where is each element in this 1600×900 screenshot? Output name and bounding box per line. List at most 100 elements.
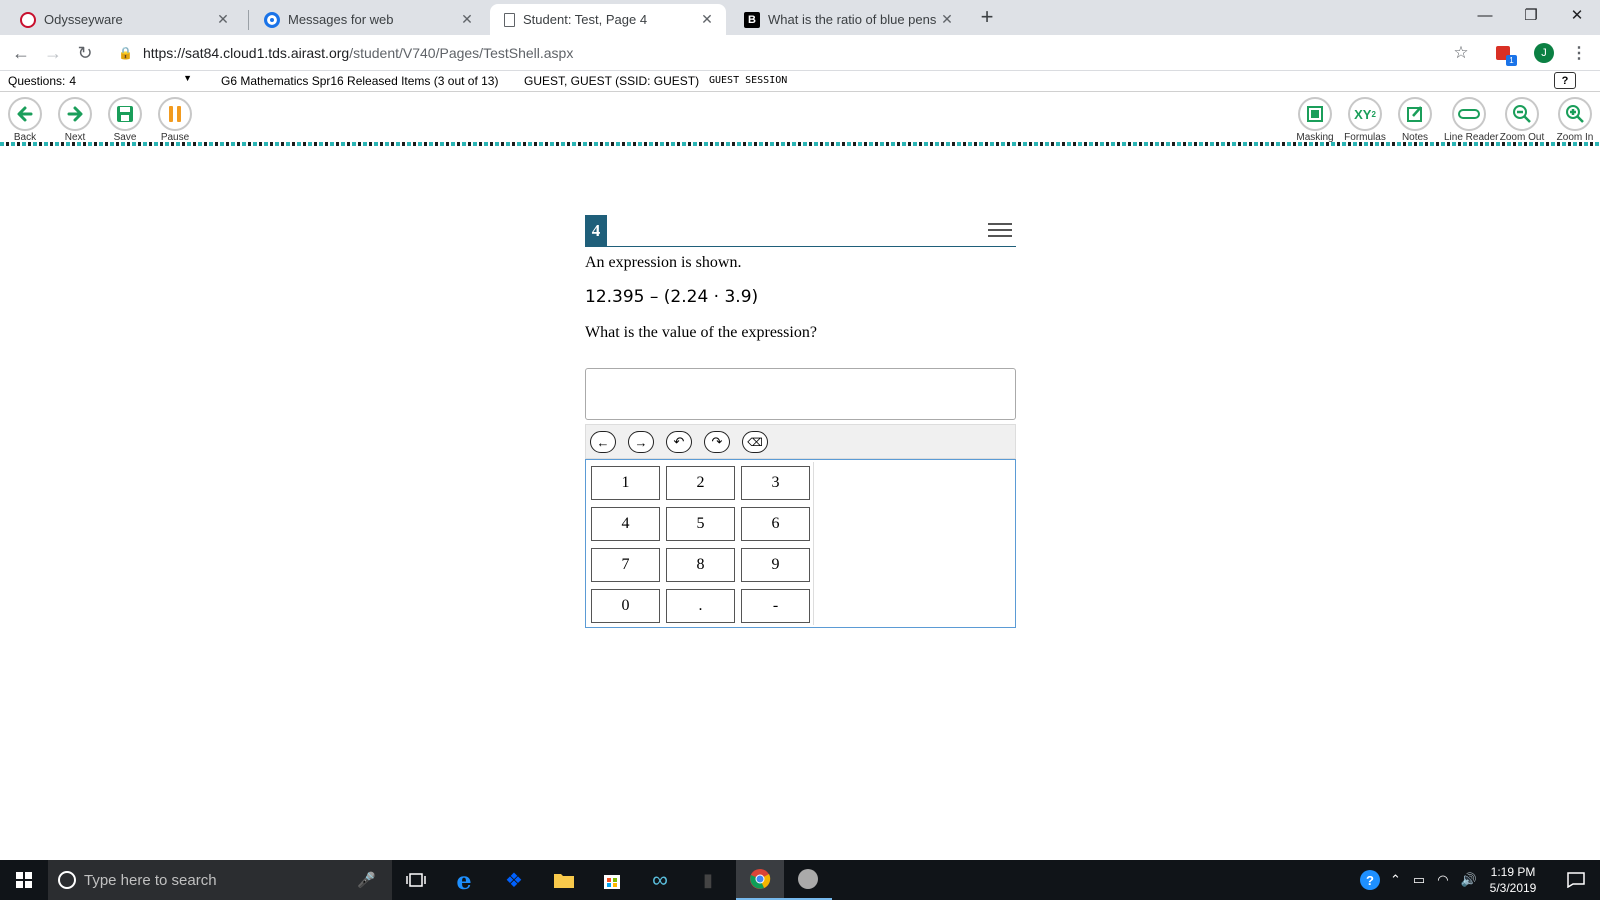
pause-button[interactable]: Pause <box>150 97 200 143</box>
key-2[interactable]: 2 <box>666 466 735 500</box>
help-button[interactable]: ? <box>1554 72 1576 89</box>
answer-input[interactable] <box>585 368 1016 420</box>
key-8[interactable]: 8 <box>666 548 735 582</box>
close-tab-icon[interactable]: ✕ <box>214 11 232 29</box>
zoom-out-button[interactable]: Zoom Out <box>1497 97 1547 143</box>
question-menu-icon[interactable] <box>988 223 1012 241</box>
chevron-up-icon[interactable]: ⌃ <box>1390 872 1401 888</box>
zoom-out-icon <box>1505 97 1539 131</box>
browser-tab-messages[interactable]: Messages for web ✕ <box>250 4 486 35</box>
questions-dropdown[interactable]: Questions: 4 ▼ <box>8 72 204 90</box>
minimize-window-icon[interactable]: — <box>1462 0 1508 30</box>
student-name: GUEST, GUEST (SSID: GUEST) <box>524 74 700 88</box>
backspace-icon[interactable]: ⌫ <box>742 431 768 453</box>
dropbox-icon[interactable]: ❖ <box>490 860 538 900</box>
keypad-divider <box>813 462 814 625</box>
chevron-down-icon: ▼ <box>183 73 192 83</box>
toolbar-divider <box>0 142 1600 146</box>
arrow-right-icon <box>58 97 92 131</box>
question-expression: 12.395 – (2.24 · 3.9) <box>585 287 759 307</box>
line-reader-button[interactable]: Line Reader <box>1444 97 1498 143</box>
formulas-button[interactable]: XY 2 Formulas <box>1340 97 1390 143</box>
browser-tab-strip: Odysseyware ✕ Messages for web ✕ Student… <box>0 0 1600 35</box>
volume-icon[interactable]: 🔊 <box>1461 872 1477 888</box>
undo-icon[interactable]: ↶ <box>666 431 692 453</box>
mouse-app-icon[interactable]: ▮ <box>684 860 732 900</box>
key-5[interactable]: 5 <box>666 507 735 541</box>
test-toolbar: Back Next Save Pause Masking XY 2 Formula… <box>0 94 1600 144</box>
session-id: GUEST SESSION <box>709 75 788 86</box>
browser-toolbar: ← → ↻ 🔒 https://sat84.cloud1.tds.airast.… <box>0 35 1600 71</box>
address-bar[interactable]: 🔒 https://sat84.cloud1.tds.airast.org /s… <box>110 39 1510 67</box>
close-tab-icon[interactable]: ✕ <box>938 11 956 29</box>
close-window-icon[interactable]: ✕ <box>1554 0 1600 30</box>
windows-start-icon[interactable] <box>0 860 48 900</box>
system-tray: ? ⌃ ▭ ◠ 🔊 <box>1360 860 1477 900</box>
taskbar-search-box[interactable]: Type here to search 🎤 <box>48 860 392 900</box>
microphone-icon[interactable]: 🎤 <box>357 871 376 889</box>
test-name: G6 Mathematics Spr16 Released Items (3 o… <box>221 74 499 88</box>
key-7[interactable]: 7 <box>591 548 660 582</box>
browser-tab-student-test[interactable]: Student: Test, Page 4 ✕ <box>490 4 726 35</box>
reload-icon[interactable]: ↻ <box>72 40 98 66</box>
formulas-icon: XY 2 <box>1348 97 1382 131</box>
key-6[interactable]: 6 <box>741 507 810 541</box>
masking-button[interactable]: Masking <box>1290 97 1340 143</box>
chrome-taskbar-icon[interactable] <box>736 860 784 900</box>
microsoft-store-icon[interactable] <box>588 860 636 900</box>
new-tab-plus-icon[interactable]: + <box>975 6 999 30</box>
infinity-app-icon[interactable]: ∞ <box>636 860 684 900</box>
question-number: 4 <box>585 215 607 247</box>
media-app-icon[interactable] <box>784 860 832 900</box>
extension-icon[interactable]: 1 <box>1490 40 1517 66</box>
zoom-in-button[interactable]: Zoom In <box>1550 97 1600 143</box>
messages-favicon-icon <box>264 11 280 28</box>
browser-tab-odysseyware[interactable]: Odysseyware ✕ <box>6 4 242 35</box>
brainly-favicon-icon: B <box>744 11 760 28</box>
bookmark-star-icon[interactable]: ☆ <box>1448 40 1474 66</box>
cursor-right-icon[interactable]: → <box>628 431 654 453</box>
browser-back-icon[interactable]: ← <box>8 40 34 66</box>
notifications-icon[interactable] <box>1552 860 1600 900</box>
redo-icon[interactable]: ↷ <box>704 431 730 453</box>
lock-icon: 🔒 <box>118 46 133 60</box>
key-1[interactable]: 1 <box>591 466 660 500</box>
extension-badge: 1 <box>1506 55 1517 66</box>
close-tab-icon[interactable]: ✕ <box>458 11 476 29</box>
masking-icon <box>1298 97 1332 131</box>
key-0[interactable]: 0 <box>591 589 660 623</box>
restore-window-icon[interactable]: ❐ <box>1508 0 1554 30</box>
network-tray-icon[interactable]: ▭ <box>1413 872 1425 888</box>
question-stem-line1: An expression is shown. <box>585 254 742 271</box>
cursor-left-icon[interactable]: ← <box>590 431 616 453</box>
internet-explorer-icon[interactable]: e <box>440 860 488 900</box>
key-negative[interactable]: - <box>741 589 810 623</box>
key-9[interactable]: 9 <box>741 548 810 582</box>
wifi-icon[interactable]: ◠ <box>1437 872 1448 888</box>
pause-icon <box>158 97 192 131</box>
notes-button[interactable]: Notes <box>1390 97 1440 143</box>
back-button[interactable]: Back <box>0 97 50 143</box>
test-info-bar: Questions: 4 ▼ G6 Mathematics Spr16 Rele… <box>0 71 1600 92</box>
windows-taskbar: Type here to search 🎤 e ❖ ∞ ▮ ? ⌃ ▭ ◠ 🔊 … <box>0 860 1600 900</box>
save-button[interactable]: Save <box>100 97 150 143</box>
close-tab-icon[interactable]: ✕ <box>698 11 716 29</box>
equation-edit-bar: ← → ↶ ↷ ⌫ <box>585 424 1016 459</box>
notes-pencil-icon <box>1398 97 1432 131</box>
key-4[interactable]: 4 <box>591 507 660 541</box>
tab-separator <box>248 10 249 30</box>
key-3[interactable]: 3 <box>741 466 810 500</box>
browser-forward-icon[interactable]: → <box>40 40 66 66</box>
key-decimal[interactable]: . <box>666 589 735 623</box>
next-button[interactable]: Next <box>50 97 100 143</box>
profile-avatar[interactable]: J <box>1531 40 1557 66</box>
browser-menu-icon[interactable]: ⋮ <box>1566 40 1592 66</box>
numeric-keypad: 1 2 3 4 5 6 7 8 9 0 . - <box>585 459 1016 628</box>
help-tray-icon[interactable]: ? <box>1360 870 1380 890</box>
file-explorer-icon[interactable] <box>540 860 588 900</box>
browser-tab-brainly[interactable]: B What is the ratio of blue pens to ✕ <box>730 4 966 35</box>
taskbar-clock[interactable]: 1:19 PM 5/3/2019 <box>1478 864 1548 896</box>
question-stem-line2: What is the value of the expression? <box>585 324 817 341</box>
line-reader-icon <box>1452 97 1486 131</box>
task-view-icon[interactable] <box>392 860 440 900</box>
